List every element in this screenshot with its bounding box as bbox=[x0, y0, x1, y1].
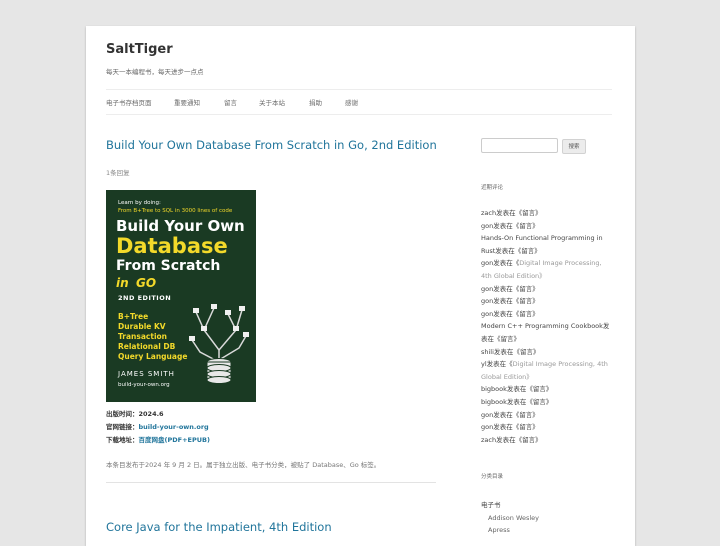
search-input[interactable] bbox=[481, 138, 558, 153]
meta-publish-date: 出版时间：2024.6 bbox=[106, 408, 164, 418]
recent-comment[interactable]: gon发表在《留言》 bbox=[481, 308, 613, 321]
cover-edition: 2ND EDITION bbox=[118, 294, 172, 302]
main-nav: 电子书存档页面 重要通知 留言 关于本站 捐助 感谢 bbox=[106, 89, 612, 115]
recent-comment[interactable]: zach发表在《留言》 bbox=[481, 207, 613, 220]
recent-comment[interactable]: shili发表在《留言》 bbox=[481, 346, 613, 359]
meta-label: 官网链接： bbox=[106, 423, 139, 431]
recent-comment[interactable]: bigbook发表在《留言》 bbox=[481, 383, 613, 396]
cover-title-in: in bbox=[116, 276, 129, 290]
recent-comment[interactable]: bigbook发表在《留言》 bbox=[481, 396, 613, 409]
site-description: 每天一本编程书，每天进步一点点 bbox=[106, 68, 204, 76]
recent-comment[interactable]: gon发表在《留言》 bbox=[481, 283, 613, 296]
recent-comment[interactable]: Modern C++ Programming Cookbook发表在《留言》 bbox=[481, 320, 613, 345]
recent-comment[interactable]: zach发表在《留言》 bbox=[481, 434, 613, 447]
post-divider bbox=[106, 482, 436, 483]
recent-comment[interactable]: gon发表在《留言》 bbox=[481, 295, 613, 308]
cover-feature-4: Relational DB bbox=[118, 342, 176, 351]
category-ebook[interactable]: 电子书 bbox=[481, 499, 539, 512]
meta-value: 2024.6 bbox=[138, 410, 164, 418]
nav-item-guestbook[interactable]: 留言 bbox=[224, 97, 237, 107]
nav-item-about[interactable]: 关于本站 bbox=[259, 97, 285, 107]
cover-feature-3: Transaction bbox=[118, 332, 168, 341]
recent-comments-list: zach发表在《留言》 gon发表在《留言》 Hands-On Function… bbox=[481, 207, 613, 446]
cover-author: JAMES SMITH bbox=[118, 370, 175, 378]
recent-comment[interactable]: gon发表在《留言》 bbox=[481, 409, 613, 422]
nav-item-thanks[interactable]: 感谢 bbox=[345, 97, 358, 107]
cover-title-line2: Database bbox=[116, 234, 228, 258]
recent-comment[interactable]: gon发表在《留言》 bbox=[481, 421, 613, 434]
recent-comments-title: 近期评论 bbox=[481, 185, 504, 191]
download-link[interactable]: 百度网盘(PDF+EPUB) bbox=[139, 436, 210, 444]
official-site-link[interactable]: build-your-own.org bbox=[139, 423, 209, 431]
nav-item-donate[interactable]: 捐助 bbox=[309, 97, 322, 107]
meta-download: 下载地址：百度网盘(PDF+EPUB) bbox=[106, 434, 210, 444]
cover-title-line1: Build Your Own bbox=[116, 217, 245, 235]
meta-official-site: 官网链接：build-your-own.org bbox=[106, 421, 209, 431]
page-container: SaltTiger 每天一本编程书，每天进步一点点 电子书存档页面 重要通知 留… bbox=[86, 26, 635, 546]
recent-comment[interactable]: yl发表在《Digital Image Processing, 4th Glob… bbox=[481, 358, 613, 383]
post-title[interactable]: Build Your Own Database From Scratch in … bbox=[106, 138, 437, 152]
cover-title-line3: From Scratch bbox=[116, 258, 221, 274]
category-addison-wesley[interactable]: Addison Wesley bbox=[481, 512, 539, 525]
post-footer: 本条目发布于2024 年 9 月 2 日。属于独立出版、电子书分类，被贴了 Da… bbox=[106, 461, 381, 469]
categories-title: 分类目录 bbox=[481, 474, 504, 480]
nav-item-archive[interactable]: 电子书存档页面 bbox=[106, 97, 152, 107]
categories-list: 电子书 Addison Wesley Apress bbox=[481, 499, 539, 537]
site-title[interactable]: SaltTiger bbox=[106, 42, 173, 57]
category-apress[interactable]: Apress bbox=[481, 524, 539, 537]
recent-comment[interactable]: gon发表在《留言》 bbox=[481, 220, 613, 233]
cover-feature-2: Durable KV bbox=[118, 322, 166, 331]
nav-item-notice[interactable]: 重要通知 bbox=[174, 97, 200, 107]
cover-site: build-your-own.org bbox=[118, 382, 170, 388]
cover-subtagline: From B+Tree to SQL in 3000 lines of code bbox=[118, 208, 233, 214]
cover-feature-1: B+Tree bbox=[118, 312, 149, 321]
tree-illustration bbox=[189, 304, 249, 384]
next-post-title[interactable]: Core Java for the Impatient, 4th Edition bbox=[106, 520, 332, 534]
comments-link[interactable]: 1条回复 bbox=[106, 167, 130, 177]
cover-title-go: GO bbox=[136, 276, 157, 290]
book-cover-image[interactable]: Learn by doing: From B+Tree to SQL in 30… bbox=[106, 190, 256, 402]
search-button[interactable]: 搜索 bbox=[562, 139, 586, 154]
meta-label: 下载地址： bbox=[106, 436, 139, 444]
cover-tagline: Learn by doing: bbox=[118, 200, 161, 206]
recent-comment[interactable]: gon发表在《Digital Image Processing, 4th Glo… bbox=[481, 257, 613, 282]
cover-feature-5: Query Language bbox=[118, 352, 188, 361]
meta-label: 出版时间： bbox=[106, 410, 139, 418]
recent-comment[interactable]: Hands-On Functional Programming in Rust发… bbox=[481, 232, 613, 257]
